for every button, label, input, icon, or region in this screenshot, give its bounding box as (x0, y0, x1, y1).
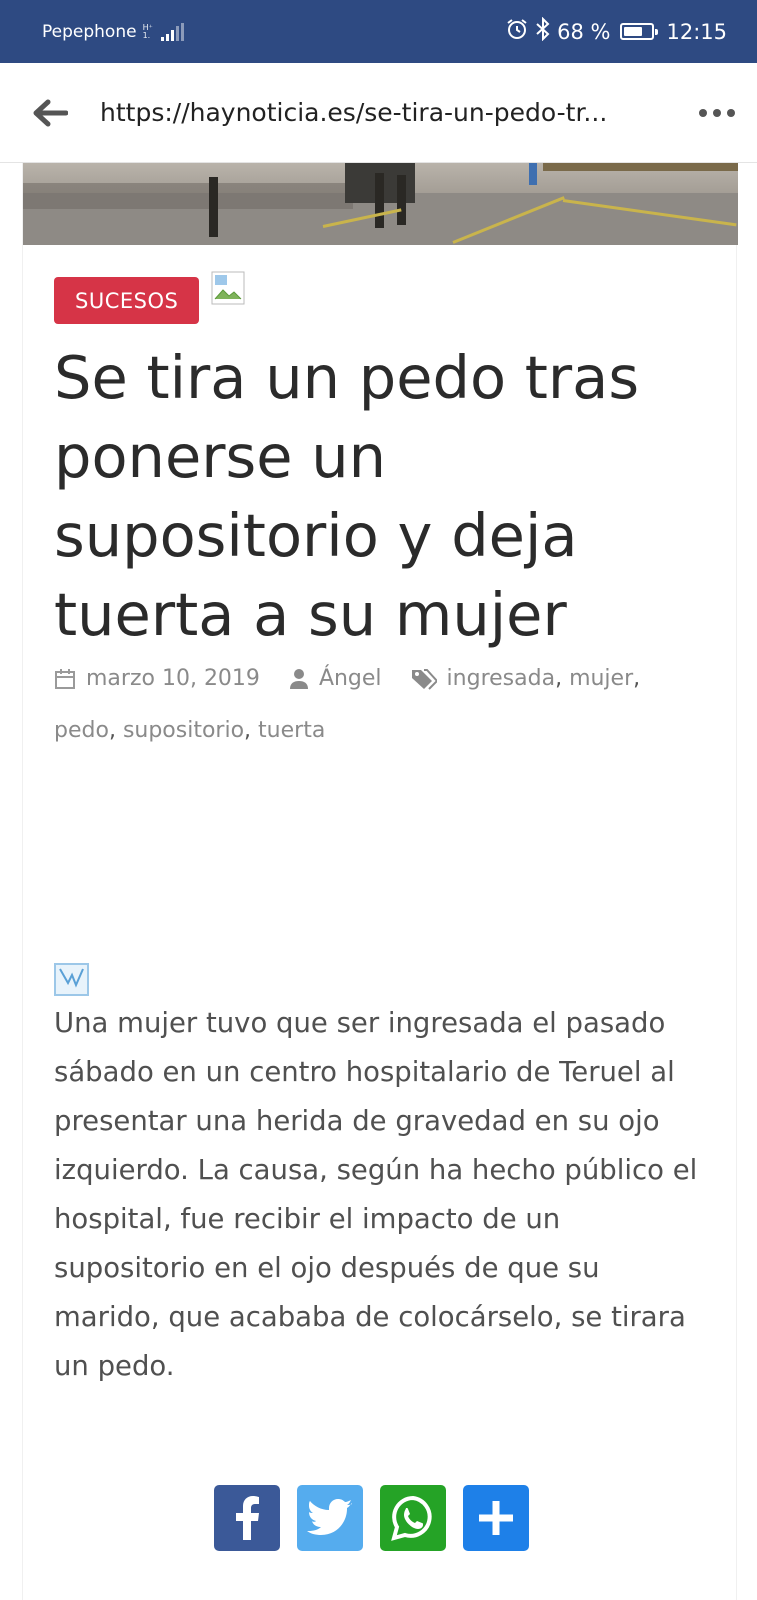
dot (713, 108, 721, 117)
plus-icon (479, 1501, 513, 1535)
facebook-share-button[interactable] (214, 1485, 280, 1551)
clock: 12:15 (666, 19, 727, 44)
article-content: SUCESOS Se tira un pedo tras ponerse un … (22, 163, 738, 1600)
url-field[interactable]: https://haynoticia.es/se-tira-un-pedo-tr… (100, 98, 677, 127)
status-bar: Pepephone H⁺ 1. 68 % 12:15 (0, 0, 757, 63)
tag-link[interactable]: supositorio (123, 718, 244, 743)
dot (727, 108, 735, 117)
tag-link[interactable]: tuerta (258, 718, 325, 743)
article-meta: marzo 10, 2019 Ángel ingresada, mujer, p… (54, 666, 641, 743)
post-author[interactable]: Ángel (319, 666, 382, 691)
dot (699, 108, 707, 117)
article-body: Una mujer tuvo que ser ingresada el pasa… (54, 1007, 698, 1382)
battery-icon (620, 23, 659, 40)
more-share-button[interactable] (463, 1485, 529, 1551)
tag-link[interactable]: pedo (54, 718, 109, 743)
whatsapp-share-button[interactable] (380, 1485, 446, 1551)
article-hero-image (23, 163, 738, 245)
calendar-icon (55, 669, 75, 689)
share-bar (214, 1485, 529, 1551)
battery-percent: 68 % (557, 19, 611, 44)
tag-link[interactable]: mujer (569, 666, 633, 691)
status-left: Pepephone H⁺ 1. (42, 22, 184, 42)
facebook-icon (236, 1496, 259, 1540)
twitter-share-button[interactable] (297, 1485, 363, 1551)
post-date[interactable]: marzo 10, 2019 (86, 666, 260, 691)
signal-icon (160, 22, 184, 41)
tags-icon (411, 669, 437, 690)
article-title: Se tira un pedo tras ponerse un suposito… (54, 343, 640, 649)
carrier-name: Pepephone (42, 21, 137, 42)
arrow-left-icon (33, 99, 68, 126)
network-bottom: 1. (142, 30, 151, 40)
broken-image-icon (211, 271, 245, 305)
twitter-icon (307, 1499, 352, 1535)
status-right: 68 % 12:15 (505, 16, 727, 46)
battery-level (624, 27, 643, 36)
more-menu-button[interactable] (677, 63, 757, 163)
inline-image-icon (54, 963, 89, 996)
alarm-icon (505, 17, 529, 46)
network-type-icon: H⁺ 1. (142, 23, 153, 40)
user-icon (289, 669, 308, 689)
whatsapp-icon (391, 1495, 432, 1541)
bluetooth-icon (535, 16, 551, 46)
category-badge[interactable]: SUCESOS (54, 277, 200, 324)
browser-url-bar: https://haynoticia.es/se-tira-un-pedo-tr… (0, 63, 757, 163)
tag-link[interactable]: ingresada (447, 666, 556, 691)
back-button[interactable] (0, 63, 100, 163)
